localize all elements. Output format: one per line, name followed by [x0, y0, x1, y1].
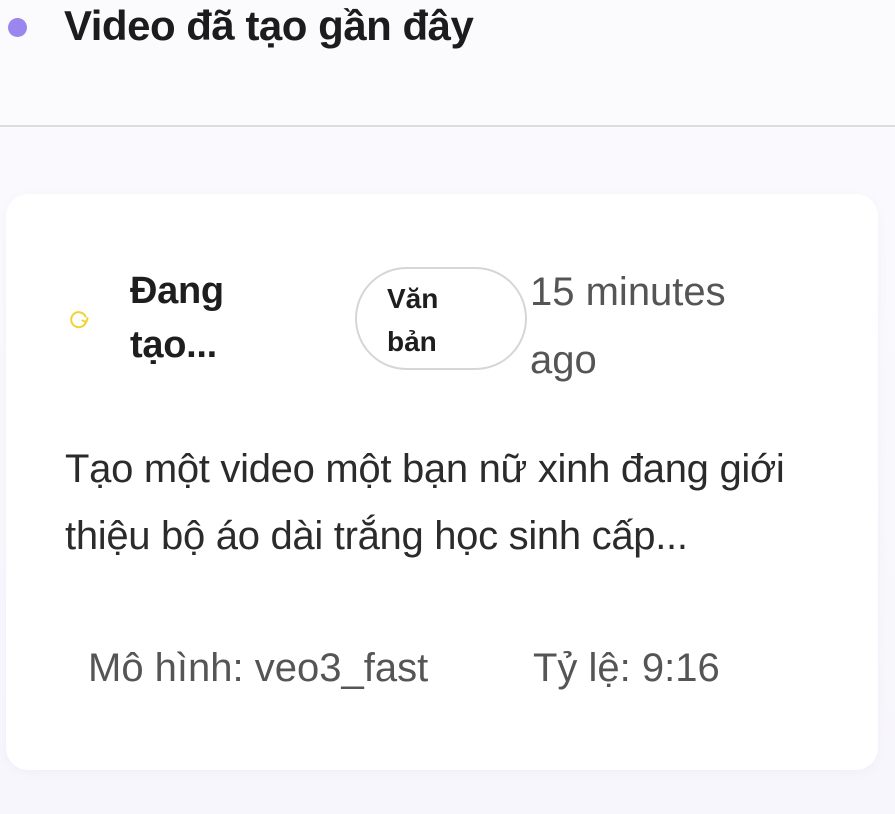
section-bullet-dot	[8, 18, 27, 37]
recent-videos-header: Video đã tạo gần đây	[0, 0, 895, 126]
created-time: 15 minutes ago	[530, 270, 726, 382]
header-divider	[0, 125, 895, 127]
input-type-label: Văn bản	[387, 283, 439, 357]
video-prompt: Tạo một video một bạn nữ xinh đang giới …	[65, 447, 785, 558]
refresh-spinner-icon	[67, 307, 91, 331]
video-card[interactable]: Đang tạo... Văn bản 15 minutes ago Tạo m…	[6, 194, 878, 770]
generation-status: Đang tạo...	[130, 270, 224, 366]
aspect-ratio-info: Tỷ lệ: 9:16	[533, 646, 720, 690]
model-info: Mô hình: veo3_fast	[88, 646, 429, 690]
input-type-badge: Văn bản	[355, 267, 527, 370]
section-title: Video đã tạo gần đây	[64, 2, 474, 49]
